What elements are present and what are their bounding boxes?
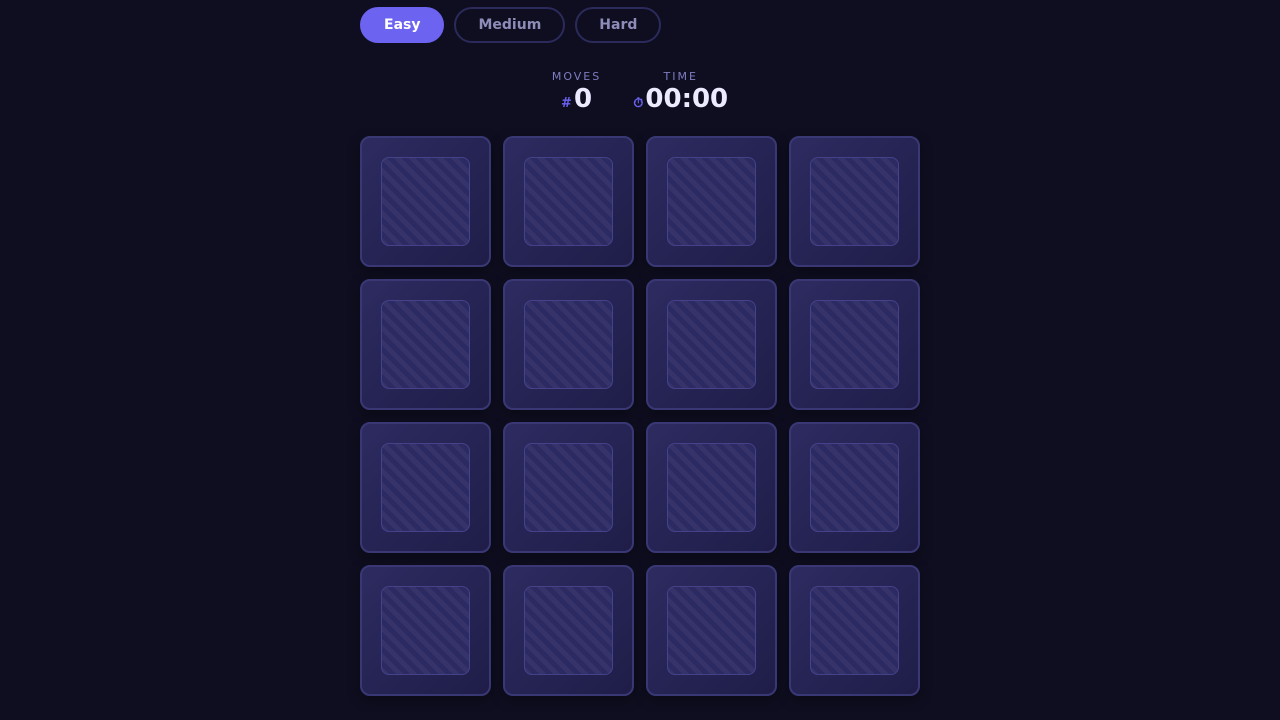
- memory-card[interactable]: [360, 279, 491, 410]
- card-back-pattern: [381, 586, 470, 675]
- memory-card[interactable]: [646, 565, 777, 696]
- memory-card[interactable]: [360, 565, 491, 696]
- card-back-pattern: [524, 300, 613, 389]
- card-back-pattern: [810, 443, 899, 532]
- card-back-pattern: [810, 157, 899, 246]
- memory-card[interactable]: [503, 136, 634, 267]
- card-back-pattern: [810, 300, 899, 389]
- card-back-pattern: [667, 157, 756, 246]
- memory-card[interactable]: [360, 136, 491, 267]
- card-back-pattern: [667, 443, 756, 532]
- elapsed-time: 00:00: [645, 84, 729, 114]
- stats-bar: MOVES # 0 TIME ⏱ 00:00: [0, 70, 1280, 114]
- difficulty-easy-button[interactable]: Easy: [360, 7, 445, 43]
- memory-game: Easy Medium Hard MOVES # 0 TIME ⏱ 00:00: [0, 0, 1280, 720]
- difficulty-medium-button[interactable]: Medium: [454, 7, 566, 43]
- memory-card[interactable]: [503, 565, 634, 696]
- memory-card[interactable]: [503, 422, 634, 553]
- card-back-pattern: [381, 157, 470, 246]
- difficulty-hard-button[interactable]: Hard: [575, 7, 662, 43]
- memory-card[interactable]: [646, 279, 777, 410]
- hash-icon: #: [561, 96, 572, 111]
- difficulty-selector: Easy Medium Hard: [360, 7, 662, 43]
- card-back-pattern: [524, 157, 613, 246]
- card-back-pattern: [810, 586, 899, 675]
- moves-count: 0: [573, 84, 593, 114]
- time-label: TIME: [663, 70, 698, 83]
- card-back-pattern: [524, 443, 613, 532]
- card-back-pattern: [667, 300, 756, 389]
- card-back-pattern: [524, 586, 613, 675]
- memory-card[interactable]: [789, 422, 920, 553]
- stopwatch-icon: ⏱: [633, 96, 644, 111]
- memory-card[interactable]: [789, 136, 920, 267]
- memory-card[interactable]: [646, 136, 777, 267]
- time-stat: TIME ⏱ 00:00: [633, 70, 728, 114]
- memory-card[interactable]: [789, 565, 920, 696]
- memory-card[interactable]: [503, 279, 634, 410]
- card-board: [360, 136, 920, 696]
- moves-label: MOVES: [551, 70, 602, 83]
- card-back-pattern: [381, 300, 470, 389]
- moves-stat: MOVES # 0: [552, 70, 601, 114]
- card-back-pattern: [667, 586, 756, 675]
- memory-card[interactable]: [360, 422, 491, 553]
- card-back-pattern: [381, 443, 470, 532]
- memory-card[interactable]: [789, 279, 920, 410]
- memory-card[interactable]: [646, 422, 777, 553]
